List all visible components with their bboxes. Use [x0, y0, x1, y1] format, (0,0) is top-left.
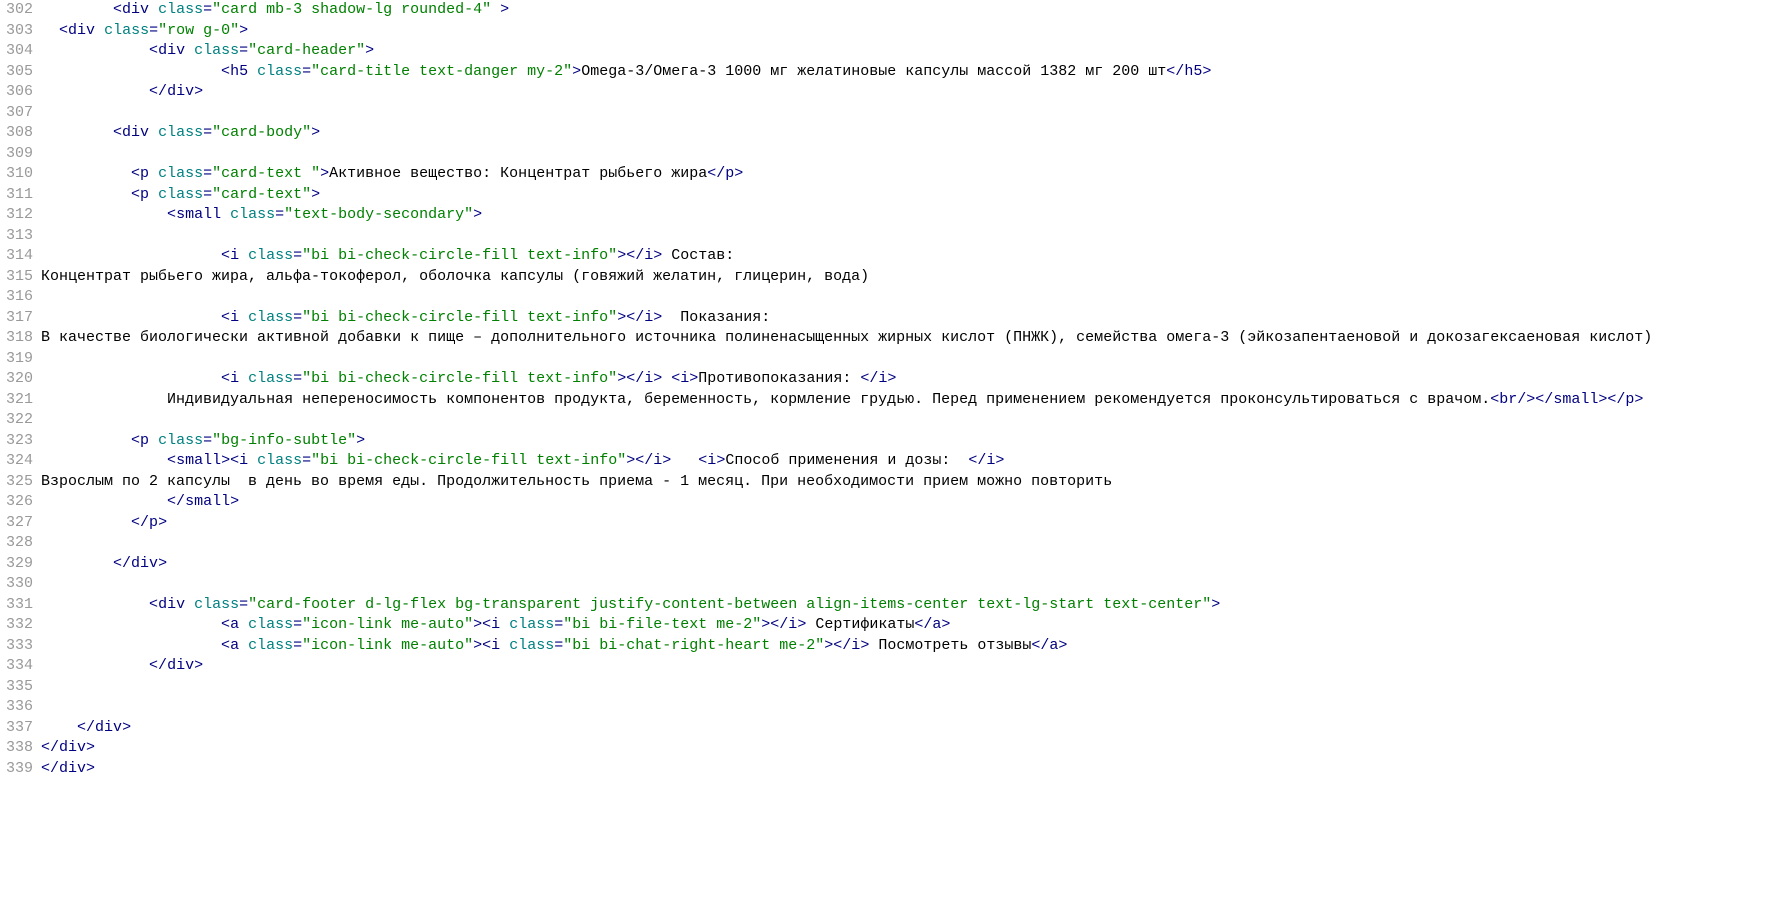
line-number: 329: [6, 554, 33, 575]
code-line[interactable]: <div class="card-body">: [41, 123, 1785, 144]
line-number: 308: [6, 123, 33, 144]
line-number: 307: [6, 103, 33, 124]
line-number: 328: [6, 533, 33, 554]
code-line[interactable]: </p>: [41, 513, 1785, 534]
code-line[interactable]: <i class="bi bi-check-circle-fill text-i…: [41, 246, 1785, 267]
line-number: 306: [6, 82, 33, 103]
code-line[interactable]: <p class="card-text ">Активное вещество:…: [41, 164, 1785, 185]
line-number: 323: [6, 431, 33, 452]
code-line[interactable]: [41, 410, 1785, 431]
code-line[interactable]: <div class="row g-0">: [41, 21, 1785, 42]
code-line[interactable]: Индивидуальная непереносимость компонент…: [41, 390, 1785, 411]
line-number: 330: [6, 574, 33, 595]
code-line[interactable]: <div class="card-header">: [41, 41, 1785, 62]
code-line[interactable]: [41, 226, 1785, 247]
code-line[interactable]: <p class="card-text">: [41, 185, 1785, 206]
line-number: 305: [6, 62, 33, 83]
code-line[interactable]: </small>: [41, 492, 1785, 513]
line-number: 318: [6, 328, 33, 349]
code-line[interactable]: [41, 574, 1785, 595]
code-line[interactable]: <h5 class="card-title text-danger my-2">…: [41, 62, 1785, 83]
line-number: 311: [6, 185, 33, 206]
line-number: 302: [6, 0, 33, 21]
code-line[interactable]: </div>: [41, 554, 1785, 575]
code-line[interactable]: [41, 349, 1785, 370]
code-line[interactable]: <i class="bi bi-check-circle-fill text-i…: [41, 369, 1785, 390]
line-number: 332: [6, 615, 33, 636]
code-line[interactable]: [41, 677, 1785, 698]
code-line[interactable]: [41, 697, 1785, 718]
code-line[interactable]: </div>: [41, 759, 1785, 780]
line-number: 333: [6, 636, 33, 657]
code-line[interactable]: <a class="icon-link me-auto"><i class="b…: [41, 615, 1785, 636]
code-line[interactable]: [41, 287, 1785, 308]
code-line[interactable]: <div class="card mb-3 shadow-lg rounded-…: [41, 0, 1785, 21]
code-line[interactable]: [41, 144, 1785, 165]
line-number: 337: [6, 718, 33, 739]
code-editor-content[interactable]: <div class="card mb-3 shadow-lg rounded-…: [41, 0, 1785, 779]
code-line[interactable]: </div>: [41, 82, 1785, 103]
line-number: 304: [6, 41, 33, 62]
code-line[interactable]: <i class="bi bi-check-circle-fill text-i…: [41, 308, 1785, 329]
line-number: 338: [6, 738, 33, 759]
code-line[interactable]: [41, 103, 1785, 124]
line-number: 310: [6, 164, 33, 185]
line-number: 322: [6, 410, 33, 431]
line-number: 319: [6, 349, 33, 370]
code-line[interactable]: В качестве биологически активной добавки…: [41, 328, 1785, 349]
code-line[interactable]: Взрослым по 2 капсулы в день во время ед…: [41, 472, 1785, 493]
code-line[interactable]: </div>: [41, 738, 1785, 759]
line-number: 321: [6, 390, 33, 411]
line-number: 314: [6, 246, 33, 267]
line-number: 335: [6, 677, 33, 698]
line-number: 320: [6, 369, 33, 390]
line-number: 336: [6, 697, 33, 718]
line-number-gutter: 3023033043053063073083093103113123133143…: [0, 0, 41, 779]
line-number: 327: [6, 513, 33, 534]
line-number: 324: [6, 451, 33, 472]
code-line[interactable]: <a class="icon-link me-auto"><i class="b…: [41, 636, 1785, 657]
line-number: 334: [6, 656, 33, 677]
code-line[interactable]: [41, 533, 1785, 554]
code-line[interactable]: <small class="text-body-secondary">: [41, 205, 1785, 226]
line-number: 326: [6, 492, 33, 513]
line-number: 315: [6, 267, 33, 288]
line-number: 313: [6, 226, 33, 247]
code-line[interactable]: </div>: [41, 656, 1785, 677]
line-number: 317: [6, 308, 33, 329]
code-line[interactable]: <div class="card-footer d-lg-flex bg-tra…: [41, 595, 1785, 616]
line-number: 325: [6, 472, 33, 493]
code-line[interactable]: </div>: [41, 718, 1785, 739]
line-number: 331: [6, 595, 33, 616]
line-number: 312: [6, 205, 33, 226]
code-line[interactable]: Концентрат рыбьего жира, альфа-токоферол…: [41, 267, 1785, 288]
code-line[interactable]: <p class="bg-info-subtle">: [41, 431, 1785, 452]
line-number: 303: [6, 21, 33, 42]
code-line[interactable]: <small><i class="bi bi-check-circle-fill…: [41, 451, 1785, 472]
line-number: 309: [6, 144, 33, 165]
line-number: 316: [6, 287, 33, 308]
line-number: 339: [6, 759, 33, 780]
